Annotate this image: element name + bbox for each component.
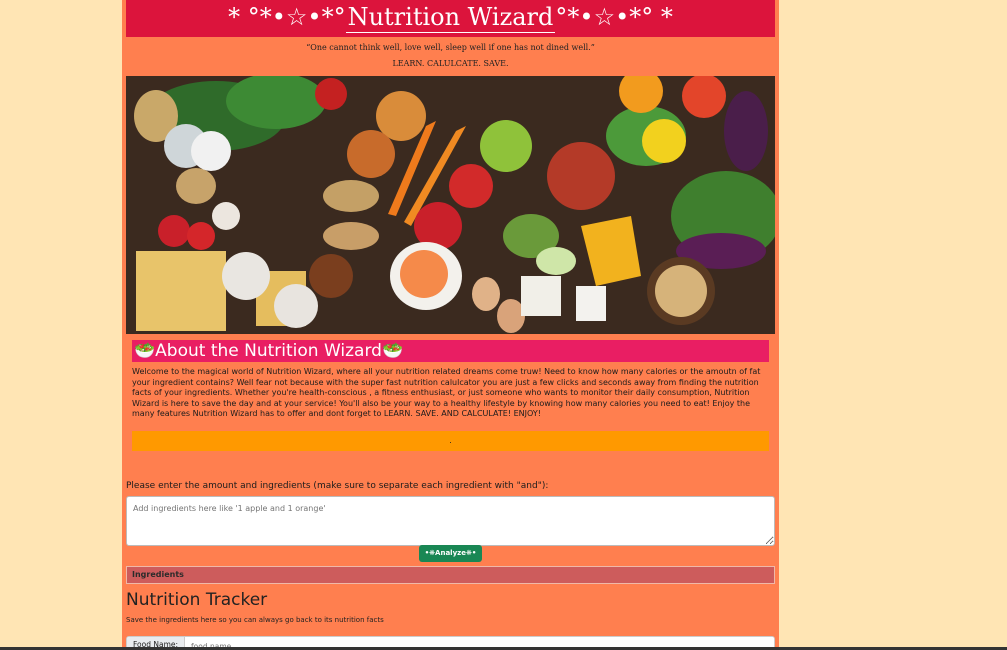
about-title-text: About the Nutrition Wizard	[155, 341, 382, 361]
site-banner: * °*•☆•*°Nutrition Wizard°*•☆•*° *	[126, 0, 775, 37]
ingredients-input[interactable]	[126, 496, 775, 546]
vegetables-photo	[126, 76, 775, 334]
banner-decor-left: * °*•☆•*°	[228, 3, 346, 31]
ingredients-results-header: Ingredients	[126, 566, 775, 584]
tracker-subtitle: Save the ingredients here so you can alw…	[126, 616, 384, 624]
ingredients-prompt: Please enter the amount and ingredients …	[126, 481, 549, 491]
salad-emoji-icon: 🥗	[134, 341, 156, 361]
salad-emoji-icon: 🥗	[381, 341, 404, 361]
about-description: Welcome to the magical world of Nutritio…	[132, 367, 761, 419]
header-quote: “One cannot think well, love well, sleep…	[306, 43, 595, 52]
analyze-button[interactable]: •❋Analyze❋•	[419, 545, 482, 562]
main-container: * °*•☆•*°Nutrition Wizard°*•☆•*° * “One …	[122, 0, 779, 650]
about-heading: 🥗About the Nutrition Wizard🥗	[132, 340, 769, 362]
accent-bar: .	[132, 431, 769, 451]
header-slogan: LEARN. CALULCATE. SAVE.	[392, 59, 509, 68]
banner-decor-right: °*•☆•*° *	[555, 3, 673, 31]
site-title: Nutrition Wizard	[345, 3, 556, 33]
tracker-title: Nutrition Tracker	[126, 590, 268, 610]
hero-image	[126, 76, 775, 334]
